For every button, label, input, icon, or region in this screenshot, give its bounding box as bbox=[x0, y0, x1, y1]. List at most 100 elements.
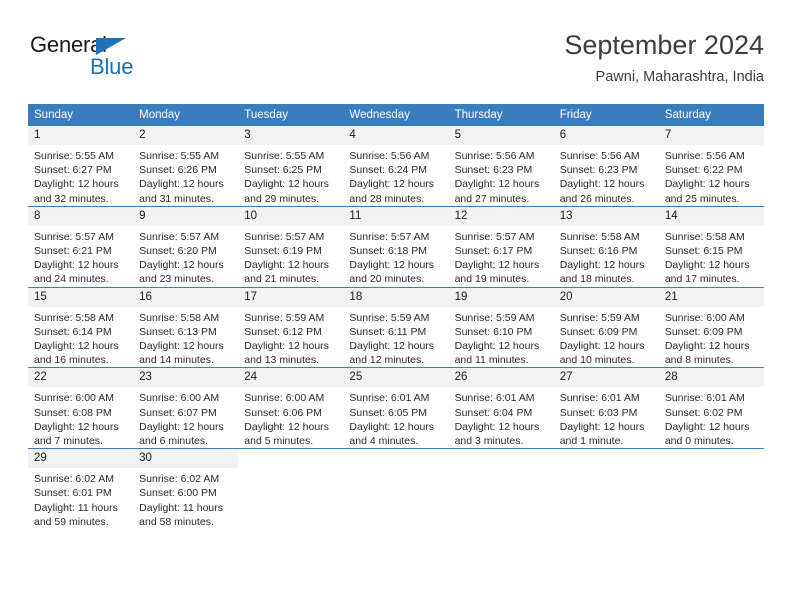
calendar-day-cell[interactable]: 29 Sunrise: 6:02 AM Sunset: 6:01 PM Dayligh… bbox=[28, 448, 134, 530]
sunset-text: Sunset: 6:21 PM bbox=[34, 245, 112, 258]
day-number: 15 bbox=[28, 287, 134, 307]
calendar-day-cell[interactable]: 16 Sunrise: 5:58 AM Sunset: 6:13 PM Dayligh… bbox=[133, 286, 239, 368]
daylight-text: Daylight: 12 hours and 4 minutes. bbox=[349, 420, 435, 448]
calendar-day-cell[interactable]: 6 Sunrise: 5:56 AM Sunset: 6:23 PM Daylight… bbox=[553, 126, 659, 206]
calendar-day-cell[interactable]: 22 Sunrise: 6:00 AM Sunset: 6:08 PM Dayligh… bbox=[28, 367, 134, 449]
daylight-text: Daylight: 12 hours and 20 minutes. bbox=[349, 259, 435, 286]
sunset-text: Sunset: 6:06 PM bbox=[244, 406, 322, 419]
daylight-text: Daylight: 12 hours and 29 minutes. bbox=[244, 178, 329, 205]
day-number: 28 bbox=[658, 368, 764, 388]
sunrise-text: Sunrise: 5:57 AM bbox=[349, 230, 430, 243]
calendar-day-cell[interactable]: 18 Sunrise: 5:59 AM Sunset: 6:11 PM Dayligh… bbox=[343, 286, 449, 368]
day-number: 6 bbox=[553, 126, 659, 145]
day-number: 3 bbox=[238, 126, 344, 145]
calendar-day-cell[interactable]: 30 Sunrise: 6:02 AM Sunset: 6:00 PM Dayligh… bbox=[133, 448, 239, 530]
calendar-day-cell[interactable]: 9 Sunrise: 5:57 AM Sunset: 6:20 PM Daylight… bbox=[133, 205, 239, 288]
day-number: 19 bbox=[448, 287, 554, 307]
sunrise-text: Sunrise: 6:01 AM bbox=[349, 392, 430, 405]
day-sun-info: Sunrise: 5:57 AM Sunset: 6:18 PM Daylight:… bbox=[343, 226, 448, 287]
sunrise-text: Sunrise: 6:00 AM bbox=[34, 392, 114, 405]
sunrise-text: Sunrise: 5:57 AM bbox=[244, 230, 325, 243]
calendar-day-cell[interactable]: 20 Sunrise: 5:59 AM Sunset: 6:09 PM Dayligh… bbox=[553, 286, 659, 368]
daylight-text: Daylight: 12 hours and 24 minutes. bbox=[34, 259, 119, 286]
sunset-text: Sunset: 6:03 PM bbox=[559, 406, 638, 419]
daylight-text: Daylight: 12 hours and 23 minutes. bbox=[139, 259, 224, 286]
calendar-day-cell[interactable]: 3 Sunrise: 5:55 AM Sunset: 6:25 PM Daylight… bbox=[238, 126, 344, 206]
calendar-day-cell[interactable]: 25 Sunrise: 6:01 AM Sunset: 6:05 PM Dayligh… bbox=[343, 367, 449, 449]
day-number: 9 bbox=[133, 206, 239, 226]
calendar-day-cell[interactable]: 12 Sunrise: 5:57 AM Sunset: 6:17 PM Dayligh… bbox=[448, 205, 554, 288]
calendar-day-cell[interactable]: 17 Sunrise: 5:59 AM Sunset: 6:12 PM Dayligh… bbox=[238, 286, 344, 368]
sunrise-text: Sunrise: 6:02 AM bbox=[139, 473, 220, 486]
calendar-day-cell[interactable]: 14 Sunrise: 5:58 AM Sunset: 6:15 PM Dayligh… bbox=[658, 205, 764, 288]
calendar-day-cell[interactable]: 26 Sunrise: 6:01 AM Sunset: 6:04 PM Dayligh… bbox=[448, 367, 554, 449]
calendar-day-cell[interactable]: 21 Sunrise: 6:00 AM Sunset: 6:09 PM Dayligh… bbox=[658, 286, 764, 368]
daylight-text: Daylight: 12 hours and 3 minutes. bbox=[454, 420, 540, 448]
sunrise-text: Sunrise: 5:55 AM bbox=[139, 150, 220, 162]
general-blue-logo[interactable]: General Blue bbox=[30, 34, 160, 82]
day-sun-info: Sunrise: 5:56 AM Sunset: 6:24 PM Daylight:… bbox=[343, 145, 448, 206]
sunrise-text: Sunrise: 5:59 AM bbox=[244, 311, 325, 324]
daylight-text: Daylight: 12 hours and 8 minutes. bbox=[664, 340, 750, 367]
calendar-day-cell[interactable]: 1 Sunrise: 5:55 AM Sunset: 6:27 PM Daylight… bbox=[28, 126, 134, 206]
sunset-text: Sunset: 6:27 PM bbox=[34, 164, 112, 177]
day-number: 13 bbox=[553, 206, 659, 226]
calendar-day-cell[interactable]: 2 Sunrise: 5:55 AM Sunset: 6:26 PM Daylight… bbox=[133, 126, 239, 206]
calendar-day-cell[interactable]: 28 Sunrise: 6:01 AM Sunset: 6:02 PM Dayligh… bbox=[658, 367, 764, 449]
sunrise-text: Sunrise: 5:59 AM bbox=[559, 311, 640, 324]
calendar-week-row: 15 Sunrise: 5:58 AM Sunset: 6:14 PM Dayligh… bbox=[28, 286, 764, 368]
sunset-text: Sunset: 6:10 PM bbox=[454, 325, 533, 338]
sunrise-text: Sunrise: 6:00 AM bbox=[664, 311, 745, 324]
sunrise-text: Sunrise: 5:58 AM bbox=[139, 311, 220, 324]
calendar-header-row: Sunday Monday Tuesday Wednesday Thursday… bbox=[28, 104, 764, 126]
sunrise-text: Sunrise: 6:01 AM bbox=[664, 392, 745, 405]
daylight-text: Daylight: 12 hours and 32 minutes. bbox=[34, 178, 119, 205]
day-sun-info: Sunrise: 5:59 AM Sunset: 6:11 PM Daylight:… bbox=[343, 307, 448, 368]
sunset-text: Sunset: 6:22 PM bbox=[664, 164, 743, 177]
day-number: 21 bbox=[658, 287, 764, 307]
calendar-day-cell[interactable]: 7 Sunrise: 5:56 AM Sunset: 6:22 PM Daylight… bbox=[658, 126, 764, 206]
calendar-day-cell[interactable]: 27 Sunrise: 6:01 AM Sunset: 6:03 PM Dayligh… bbox=[553, 367, 659, 449]
calendar-day-cell[interactable]: 10 Sunrise: 5:57 AM Sunset: 6:19 PM Dayligh… bbox=[238, 205, 344, 288]
day-sun-info: Sunrise: 5:58 AM Sunset: 6:16 PM Daylight:… bbox=[554, 226, 659, 287]
weekday-header: Sunday Monday Tuesday Wednesday Thursday… bbox=[28, 104, 764, 126]
sun-times-calendar: Sunday Monday Tuesday Wednesday Thursday… bbox=[28, 104, 764, 530]
calendar-empty-cell bbox=[553, 448, 659, 530]
daylight-text: Daylight: 12 hours and 26 minutes. bbox=[559, 178, 645, 205]
day-number: 18 bbox=[343, 287, 449, 307]
calendar-day-cell[interactable]: 4 Sunrise: 5:56 AM Sunset: 6:24 PM Daylight… bbox=[343, 126, 449, 206]
sunrise-text: Sunrise: 5:58 AM bbox=[34, 311, 114, 324]
calendar-empty-cell bbox=[448, 448, 554, 530]
logo-text-blue: Blue bbox=[90, 54, 134, 79]
sunset-text: Sunset: 6:23 PM bbox=[559, 164, 638, 177]
day-number: 23 bbox=[133, 368, 239, 388]
day-number: 27 bbox=[553, 368, 659, 388]
day-number: 30 bbox=[133, 449, 239, 469]
calendar-day-cell[interactable]: 23 Sunrise: 6:00 AM Sunset: 6:07 PM Dayligh… bbox=[133, 367, 239, 449]
calendar-week-row: 1 Sunrise: 5:55 AM Sunset: 6:27 PM Daylight… bbox=[28, 126, 764, 206]
sunrise-text: Sunrise: 5:57 AM bbox=[139, 230, 220, 243]
title-block: September 2024 Pawni, Maharashtra, India bbox=[564, 28, 764, 88]
weekday-header-saturday: Saturday bbox=[658, 104, 764, 126]
day-sun-info: Sunrise: 5:57 AM Sunset: 6:17 PM Daylight:… bbox=[449, 226, 554, 287]
calendar-body: 1 Sunrise: 5:55 AM Sunset: 6:27 PM Daylight… bbox=[28, 126, 764, 530]
day-sun-info: Sunrise: 6:00 AM Sunset: 6:08 PM Daylight:… bbox=[28, 387, 133, 448]
weekday-header-sunday: Sunday bbox=[28, 104, 134, 126]
calendar-day-cell[interactable]: 24 Sunrise: 6:00 AM Sunset: 6:06 PM Dayligh… bbox=[238, 367, 344, 449]
day-number: 8 bbox=[28, 206, 134, 226]
day-sun-info: Sunrise: 6:00 AM Sunset: 6:06 PM Daylight:… bbox=[238, 387, 343, 448]
day-sun-info: Sunrise: 6:01 AM Sunset: 6:03 PM Daylight:… bbox=[554, 387, 659, 448]
day-sun-info: Sunrise: 5:56 AM Sunset: 6:22 PM Daylight:… bbox=[659, 145, 764, 206]
calendar-day-cell[interactable]: 8 Sunrise: 5:57 AM Sunset: 6:21 PM Daylight… bbox=[28, 205, 134, 288]
daylight-text: Daylight: 12 hours and 28 minutes. bbox=[349, 178, 435, 205]
sunset-text: Sunset: 6:24 PM bbox=[349, 164, 428, 177]
calendar-day-cell[interactable]: 11 Sunrise: 5:57 AM Sunset: 6:18 PM Dayligh… bbox=[343, 205, 449, 288]
day-sun-info: Sunrise: 5:58 AM Sunset: 6:14 PM Daylight:… bbox=[28, 307, 133, 368]
day-number bbox=[449, 449, 554, 468]
calendar-empty-cell bbox=[658, 448, 764, 530]
calendar-day-cell[interactable]: 13 Sunrise: 5:58 AM Sunset: 6:16 PM Dayligh… bbox=[553, 205, 659, 288]
calendar-day-cell[interactable]: 19 Sunrise: 5:59 AM Sunset: 6:10 PM Dayligh… bbox=[448, 286, 554, 368]
sunset-text: Sunset: 6:25 PM bbox=[244, 164, 322, 177]
calendar-day-cell[interactable]: 15 Sunrise: 5:58 AM Sunset: 6:14 PM Dayligh… bbox=[28, 286, 134, 368]
calendar-day-cell[interactable]: 5 Sunrise: 5:56 AM Sunset: 6:23 PM Daylight… bbox=[448, 126, 554, 206]
